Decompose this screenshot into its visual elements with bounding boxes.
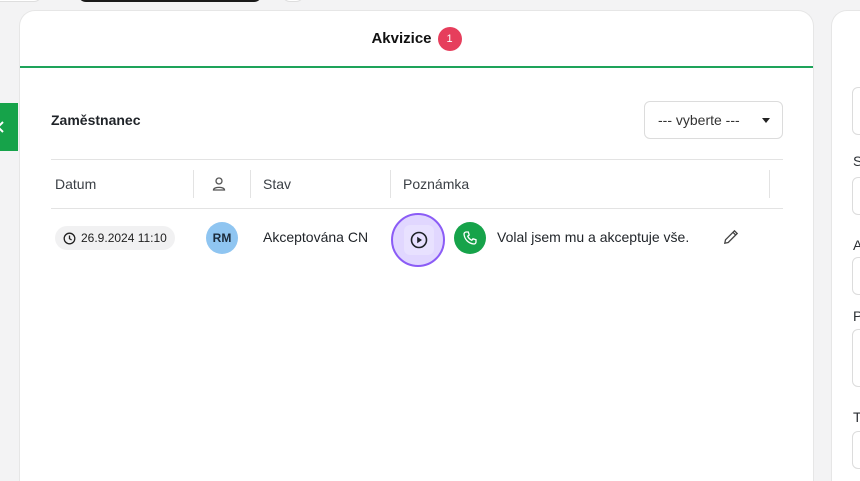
edit-note-button[interactable] (721, 227, 741, 247)
detail-field[interactable] (852, 329, 860, 387)
card-header: Akvizice 1 (20, 11, 813, 68)
akvizice-card: Akvizice 1 Zaměstnanec --- vyberte --- D… (19, 10, 814, 481)
column-divider (193, 170, 194, 198)
detail-panel: S A P T (831, 10, 860, 481)
count-badge: 1 (437, 26, 462, 51)
top-tab-active[interactable] (78, 0, 262, 2)
detail-label-s: S (853, 153, 860, 169)
row-note: Volal jsem mu a akceptuje vše. (497, 229, 690, 245)
employee-select-value: --- vyberte --- (658, 112, 740, 128)
employee-filter-label: Zaměstnanec (51, 112, 141, 128)
column-divider (769, 170, 770, 198)
detail-label-p: P (853, 308, 860, 324)
pencil-icon (723, 229, 739, 245)
column-divider (250, 170, 251, 198)
call-button[interactable] (454, 222, 486, 254)
card-title: Akvizice (371, 30, 432, 47)
top-tab-button[interactable] (282, 0, 304, 2)
person-icon (212, 177, 226, 191)
caret-down-icon (762, 117, 770, 123)
row-status: Akceptována CN (263, 229, 369, 245)
table-header: Datum Stav Poznámka (51, 159, 783, 209)
detail-field[interactable] (852, 431, 860, 469)
header-note: Poznámka (403, 176, 470, 192)
detail-label-t: T (853, 409, 860, 425)
detail-label-a: A (853, 237, 860, 253)
header-date: Datum (55, 176, 97, 192)
play-icon (410, 231, 428, 249)
detail-field[interactable] (852, 87, 860, 135)
date-chip: 26.9.2024 11:10 (55, 226, 175, 250)
clock-icon (63, 232, 76, 244)
header-status: Stav (263, 176, 292, 192)
play-recording-button[interactable] (404, 225, 434, 255)
employee-select[interactable]: --- vyberte --- (644, 101, 783, 139)
row-date: 26.9.2024 11:10 (81, 231, 167, 245)
header-user (211, 160, 227, 208)
chevron-left-icon (0, 121, 4, 133)
employee-filter: Zaměstnanec --- vyberte --- (51, 101, 783, 139)
side-collapse-tab[interactable] (0, 103, 18, 151)
detail-field[interactable] (852, 257, 860, 295)
activity-table: Datum Stav Poznámka 26.9.2024 11:10 RM A… (51, 159, 783, 267)
detail-field[interactable] (852, 177, 860, 215)
column-divider (390, 170, 391, 198)
avatar[interactable]: RM (206, 222, 238, 254)
table-row: 26.9.2024 11:10 RM Akceptována CN Volal … (51, 209, 783, 267)
phone-icon (463, 231, 477, 245)
top-tab-left[interactable] (0, 0, 42, 2)
